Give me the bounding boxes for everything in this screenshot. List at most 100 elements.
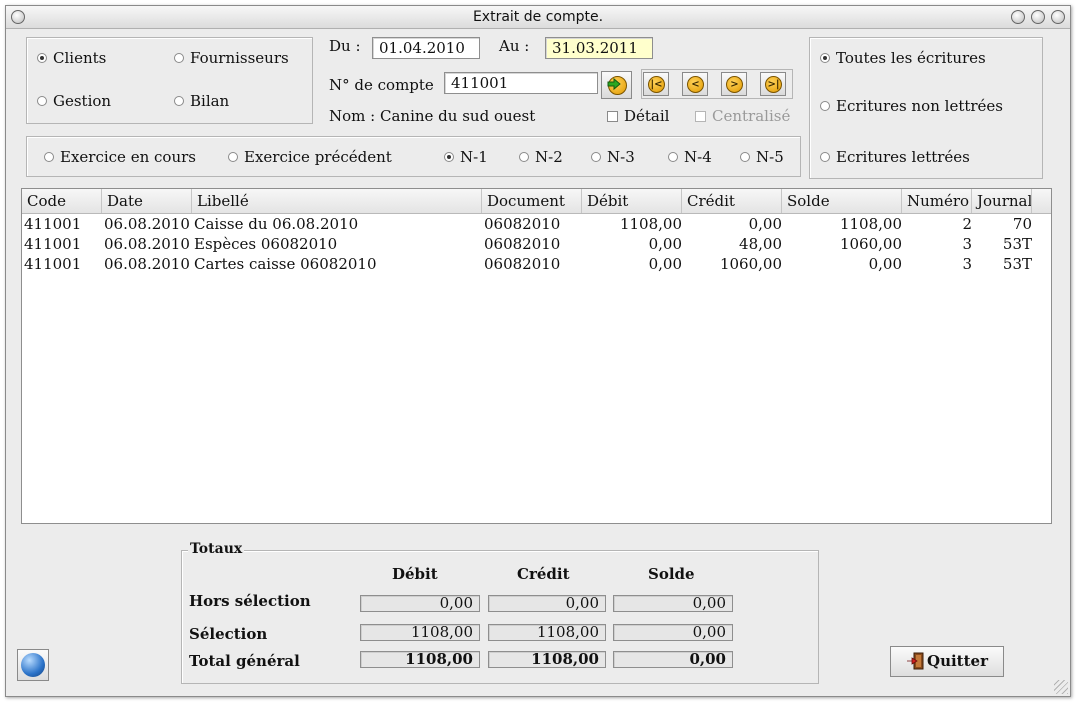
first-record-button[interactable]: |< [643,72,669,96]
cell-solde: 0,00 [868,255,902,273]
cell-date: 06.08.2010 [104,215,190,233]
exit-door-icon [907,652,924,669]
cell-journal: 53T [1002,255,1032,273]
cell-libelle: Caisse du 06.08.2010 [194,215,359,233]
du-date-field[interactable]: 01.04.2010 [372,37,480,59]
account-number-label: N° de compte [329,76,434,94]
radio-gestion-indicator[interactable] [37,96,47,106]
hors-debit-field: 0,00 [360,595,480,612]
window-title: Extrait de compte. [472,9,604,25]
column-header-date[interactable]: Date [102,189,192,213]
entries-table[interactable]: Code Date Libellé Document Débit Crédit … [21,188,1052,524]
radio-bilan-indicator[interactable] [174,96,184,106]
radio-n3-indicator[interactable] [591,152,601,162]
title-bar[interactable]: Extrait de compte. [6,6,1070,29]
radio-n4-indicator[interactable] [668,152,678,162]
last-record-button[interactable]: >| [760,72,786,96]
column-header-libelle[interactable]: Libellé [192,189,482,213]
cell-date: 06.08.2010 [104,235,190,253]
quit-button[interactable]: Quitter [890,646,1004,677]
radio-exercice-precedent[interactable]: Exercice précédent [228,148,392,166]
cell-solde: 1108,00 [839,215,902,233]
radio-clients-indicator[interactable] [37,53,47,63]
table-row[interactable]: 411001 06.08.2010 Caisse du 06.08.2010 0… [22,214,1051,234]
radio-n1[interactable]: N-1 [444,148,488,166]
hors-solde-field: 0,00 [613,595,733,612]
radio-n3[interactable]: N-3 [591,148,635,166]
cell-journal: 53T [1002,235,1032,253]
column-header-journal[interactable]: Journal [972,189,1032,213]
radio-non-lettrees[interactable]: Ecritures non lettrées [820,97,1003,115]
table-row[interactable]: 411001 06.08.2010 Cartes caisse 06082010… [22,254,1051,274]
cell-debit: 0,00 [648,255,682,273]
radio-clients[interactable]: Clients [37,49,106,67]
hors-credit-field: 0,00 [488,595,606,612]
table-header: Code Date Libellé Document Débit Crédit … [22,189,1051,214]
radio-fournisseurs[interactable]: Fournisseurs [174,49,289,67]
account-number-field[interactable]: 411001 [444,72,598,94]
quit-label: Quitter [927,652,988,670]
table-row[interactable]: 411001 06.08.2010 Espèces 06082010 06082… [22,234,1051,254]
radio-n2-indicator[interactable] [519,152,529,162]
window-menu-icon[interactable] [11,10,25,24]
column-header-solde[interactable]: Solde [782,189,902,213]
radio-gestion[interactable]: Gestion [37,92,111,110]
radio-n5-indicator[interactable] [740,152,750,162]
radio-toutes-indicator[interactable] [820,53,830,63]
cell-numero: 3 [962,255,972,273]
previous-record-button[interactable]: < [682,72,708,96]
next-record-icon: > [726,76,743,93]
radio-bilan[interactable]: Bilan [174,92,229,110]
minimize-icon[interactable] [1011,10,1025,24]
last-record-icon: >| [765,76,782,93]
help-button[interactable] [17,649,49,681]
totals-col-solde: Solde [648,565,695,583]
centralise-checkbox-box [695,110,706,122]
radio-n5[interactable]: N-5 [740,148,784,166]
column-header-numero[interactable]: Numéro [902,189,972,213]
du-label: Du : [329,37,361,55]
cell-journal: 70 [1012,215,1032,233]
radio-lettrees-indicator[interactable] [820,152,830,162]
radio-fournisseurs-indicator[interactable] [174,53,184,63]
total-credit-field: 1108,00 [488,651,606,668]
column-header-document[interactable]: Document [482,189,582,213]
close-icon[interactable] [1051,10,1065,24]
cell-credit: 0,00 [748,215,782,233]
maximize-icon[interactable] [1031,10,1045,24]
cell-libelle: Espèces 06082010 [194,235,338,253]
radio-toutes-ecritures[interactable]: Toutes les écritures [820,49,986,67]
cell-debit: 1108,00 [619,215,682,233]
cell-numero: 3 [962,235,972,253]
resize-grip-icon[interactable] [1054,680,1068,694]
column-header-code[interactable]: Code [22,189,102,213]
radio-en-cours-indicator[interactable] [44,152,54,162]
sel-debit-field: 1108,00 [360,624,480,641]
cell-debit: 0,00 [648,235,682,253]
detail-checkbox-box[interactable] [607,110,618,122]
cell-document: 06082010 [484,215,561,233]
sel-solde-field: 0,00 [613,624,733,641]
radio-exercice-en-cours[interactable]: Exercice en cours [44,148,196,166]
radio-non-lettrees-indicator[interactable] [820,101,830,111]
au-date-field[interactable]: 31.03.2011 [545,37,653,59]
total-general-label: Total général [189,652,300,670]
radio-n1-indicator[interactable] [444,152,454,162]
window: Extrait de compte. Clients Fournisseurs … [5,5,1071,697]
total-solde-field: 0,00 [613,651,733,668]
radio-lettrees[interactable]: Ecritures lettrées [820,148,970,166]
column-header-debit[interactable]: Débit [582,189,682,213]
cell-document: 06082010 [484,235,561,253]
radio-n4[interactable]: N-4 [668,148,712,166]
go-button[interactable] [601,71,632,99]
sel-credit-field: 1108,00 [488,624,606,641]
radio-n2[interactable]: N-2 [519,148,563,166]
cell-libelle: Cartes caisse 06082010 [194,255,377,273]
radio-precedent-indicator[interactable] [228,152,238,162]
column-header-credit[interactable]: Crédit [682,189,782,213]
previous-record-icon: < [687,76,704,93]
detail-checkbox[interactable]: Détail [607,107,669,125]
cell-credit: 48,00 [739,235,782,253]
hors-selection-label: Hors sélection [189,592,311,610]
next-record-button[interactable]: > [721,72,747,96]
